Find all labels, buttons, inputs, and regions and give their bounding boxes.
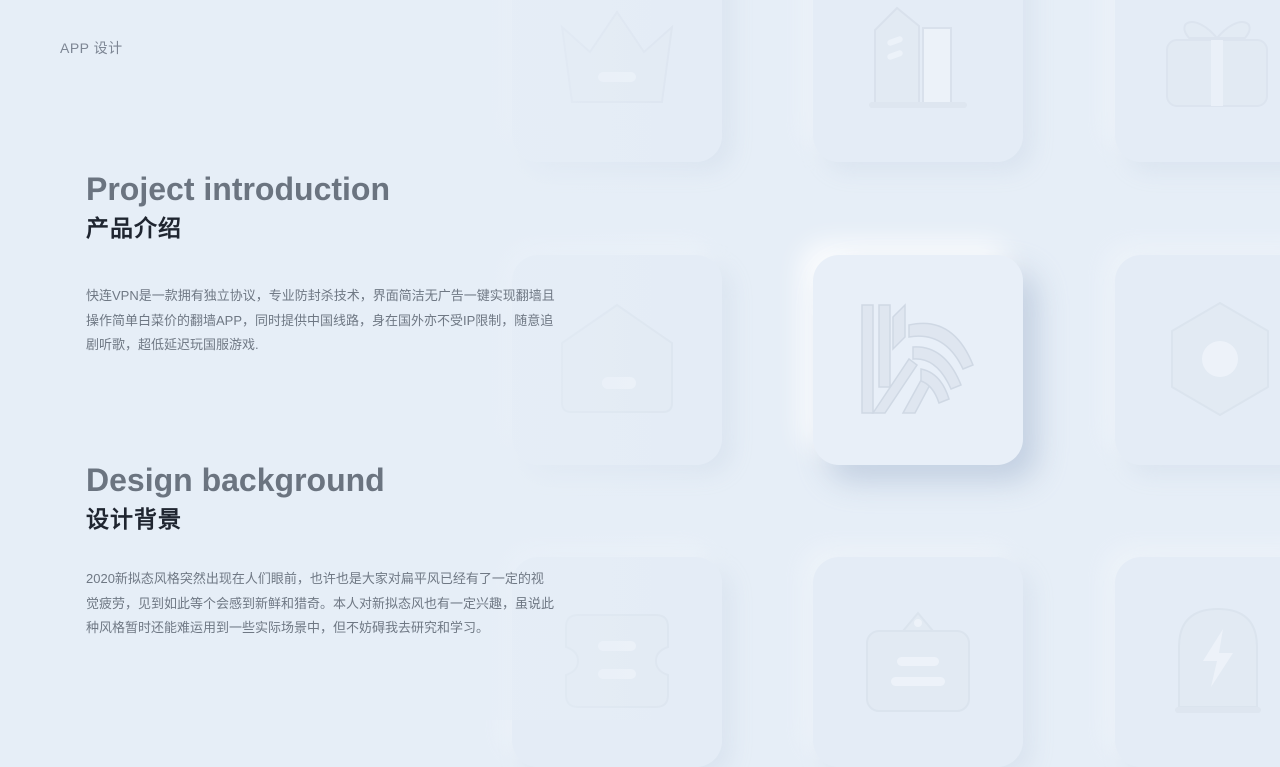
- lightning-badge-icon: [1175, 607, 1261, 713]
- design-background-section: Design background 设计背景 2020新拟态风格突然出现在人们眼…: [86, 461, 556, 654]
- tag-tile: [813, 557, 1023, 767]
- hex-tile: [1115, 255, 1280, 465]
- background-description: 2020新拟态风格突然出现在人们眼前，也许也是大家对扁平风已经有了一定的视觉疲劳…: [86, 571, 555, 635]
- gift-tile: [1115, 0, 1280, 162]
- gift-icon: [1166, 21, 1268, 107]
- app-design-label: APP 设计: [60, 40, 123, 56]
- app-logo-icon: [861, 303, 974, 414]
- background-title-en: Design background: [86, 462, 385, 498]
- intro-title-cn: 产品介绍: [86, 215, 182, 241]
- project-introduction-section: Project introduction 产品介绍 快连VPN是一款拥有独立协议…: [86, 170, 556, 371]
- app-logo-tile: [813, 255, 1023, 465]
- intro-description: 快连VPN是一款拥有独立协议，专业防封杀技术，界面简洁无广告一键实现翻墙且操作简…: [86, 288, 555, 352]
- background-title-cn: 设计背景: [86, 506, 182, 532]
- crown-tile: [512, 0, 722, 162]
- tag-icon: [866, 611, 970, 712]
- crown-icon: [560, 10, 674, 103]
- intro-title-en: Project introduction: [86, 171, 390, 207]
- building-icon: [869, 6, 967, 108]
- lightning-tile: [1115, 557, 1280, 767]
- building-tile: [813, 0, 1023, 162]
- settings-hex-icon: [1171, 302, 1269, 416]
